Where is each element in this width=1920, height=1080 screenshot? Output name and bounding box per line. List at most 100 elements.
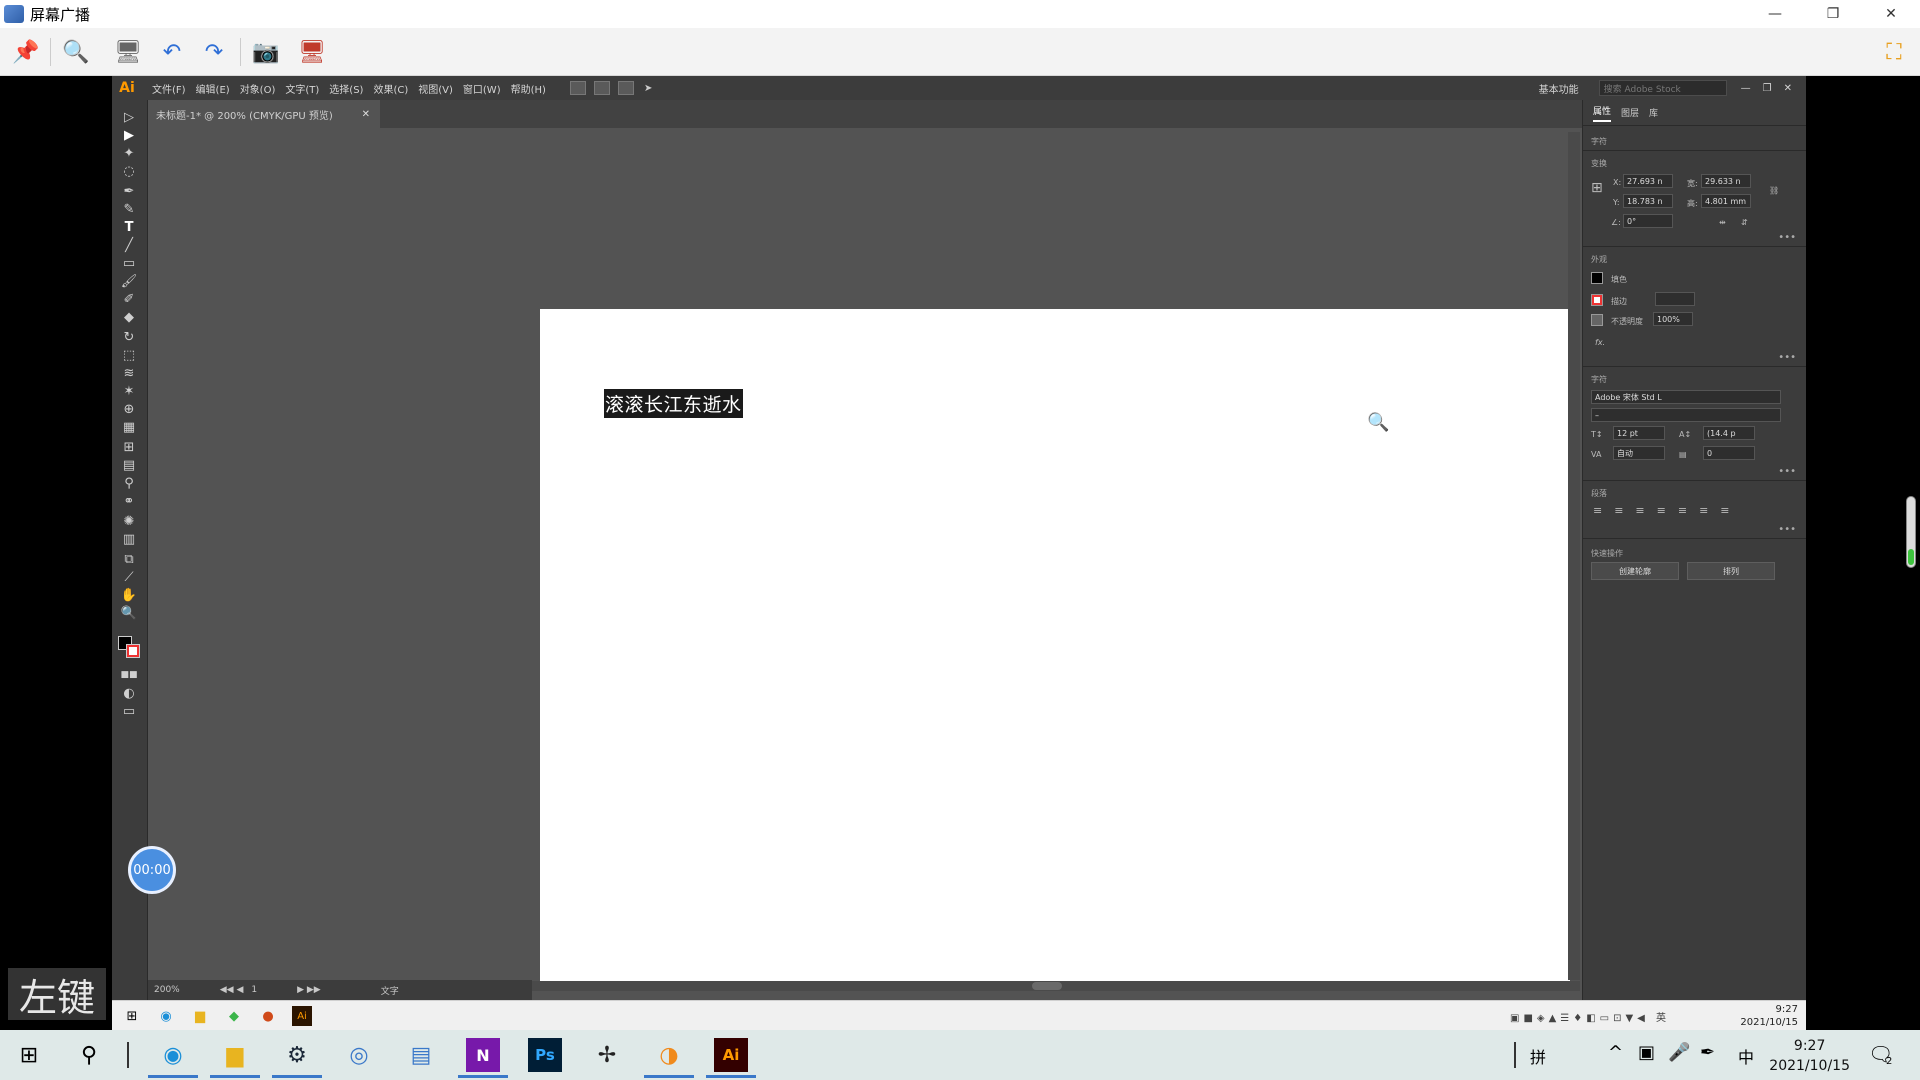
stock-icon[interactable]	[593, 81, 610, 95]
shaper-tool-icon[interactable]: ✐	[118, 290, 140, 308]
paragraph-align-buttons[interactable]: ≡≡≡≡≡≡≡	[1593, 504, 1742, 517]
broadcast-app-icon[interactable]: ◑	[644, 1038, 694, 1078]
tracking-field[interactable]: 0	[1703, 446, 1755, 460]
stroke-color-swatch[interactable]	[1591, 294, 1603, 306]
tab-libraries[interactable]: 库	[1649, 106, 1658, 119]
character-more-icon[interactable]: •••	[1778, 466, 1796, 477]
artboard-nav-icon[interactable]: ◀◀ ◀	[220, 985, 244, 995]
close-button[interactable]: ✕	[1862, 0, 1920, 28]
restore-button[interactable]: ❐	[1804, 0, 1862, 28]
arrange-button[interactable]: 排列	[1687, 562, 1775, 580]
microphone-icon[interactable]: 🎤	[1668, 1042, 1690, 1063]
file-explorer-icon[interactable]: ▆	[190, 1006, 210, 1026]
type-tool-icon[interactable]: T	[118, 218, 140, 236]
start-icon[interactable]: ⊞	[122, 1006, 142, 1026]
zoom-tool-icon[interactable]: 🔍	[118, 604, 140, 622]
eraser-icon[interactable]: ◆	[118, 308, 140, 326]
minimize-button[interactable]: —	[1746, 0, 1804, 28]
powerpoint-icon[interactable]: ●	[258, 1006, 278, 1026]
eyedropper-icon[interactable]: ⚲	[118, 474, 140, 492]
language-indicator[interactable]: 中	[1738, 1044, 1754, 1068]
menu-help[interactable]: 帮助(H)	[511, 81, 546, 96]
x-field[interactable]: 27.693 n	[1623, 174, 1673, 188]
puppet-warp-icon[interactable]: ✶	[118, 382, 140, 400]
zoom-level[interactable]: 200%	[154, 985, 180, 995]
pin-icon[interactable]: 📌	[10, 36, 42, 68]
y-field[interactable]: 18.783 n	[1623, 194, 1673, 208]
onenote-icon[interactable]: N	[458, 1038, 508, 1078]
symbol-sprayer-icon[interactable]: ✺	[118, 512, 140, 530]
reference-point-icon[interactable]: ⊞	[1591, 180, 1603, 196]
artboard-nav-next-icon[interactable]: ▶ ▶▶	[297, 985, 321, 995]
appearance-more-icon[interactable]: •••	[1778, 352, 1796, 363]
menu-type[interactable]: 文字(T)	[285, 81, 319, 96]
fx-button[interactable]: fx.	[1595, 338, 1605, 347]
line-tool-icon[interactable]: ╱	[118, 236, 140, 254]
minimize-icon[interactable]: —	[1741, 83, 1751, 94]
horizontal-scrollbar[interactable]	[532, 981, 1580, 991]
mesh-tool-icon[interactable]: ⊞	[118, 438, 140, 456]
screen-mode-icon[interactable]: ▭	[118, 702, 140, 720]
menu-window[interactable]: 窗口(W)	[463, 81, 501, 96]
pen-tool-icon[interactable]: ✒	[118, 182, 140, 200]
redo-icon[interactable]: ↷	[198, 36, 230, 68]
restore-icon[interactable]: ❐	[1763, 83, 1772, 94]
gradient-tool-icon[interactable]: ▤	[118, 456, 140, 474]
flip-vertical-icon[interactable]: ⇵	[1741, 218, 1748, 227]
constrain-proportions-icon[interactable]: ⛓	[1769, 186, 1779, 195]
stock-search-input[interactable]: 搜索 Adobe Stock	[1598, 80, 1727, 96]
screenshot-icon[interactable]: 📷	[250, 36, 282, 68]
font-family-select[interactable]: Adobe 宋体 Std L	[1591, 390, 1781, 404]
document-tab[interactable]: 未标题-1* @ 200% (CMYK/GPU 预览) ✕	[148, 100, 380, 128]
lasso-icon[interactable]: ◌	[118, 162, 140, 180]
workspace-switcher[interactable]: 基本功能	[1539, 81, 1579, 96]
selection-tool-icon[interactable]: ▷	[118, 108, 140, 126]
send-icon[interactable]: ➤	[644, 83, 652, 94]
more-options-icon[interactable]: •••	[1778, 232, 1796, 243]
ime-indicator[interactable]: 拼	[1530, 1044, 1546, 1068]
fill-color-swatch[interactable]	[1591, 272, 1603, 284]
menu-object[interactable]: 对象(O)	[240, 81, 276, 96]
opacity-field[interactable]: 100%	[1653, 312, 1693, 326]
blend-tool-icon[interactable]: ⚭	[118, 492, 140, 510]
monitor-icon[interactable]: 🖥	[112, 36, 144, 68]
leading-field[interactable]: (14.4 p	[1703, 426, 1755, 440]
arrange-docs-icon[interactable]	[617, 81, 634, 95]
color-mode-icon[interactable]: ■■	[118, 666, 140, 684]
magic-wand-icon[interactable]: ✦	[118, 144, 140, 162]
edge-icon[interactable]: ◉	[148, 1038, 198, 1078]
zoom-icon[interactable]: 🔍	[60, 36, 92, 68]
windows-start-icon[interactable]: ⊞	[12, 1038, 46, 1072]
file-explorer-icon[interactable]: ▆	[210, 1038, 260, 1078]
direct-selection-tool-icon[interactable]: ▶	[118, 126, 140, 144]
fullscreen-icon[interactable]: ⛶	[1878, 36, 1910, 68]
edge-icon[interactable]: ◉	[156, 1006, 176, 1026]
stroke-weight-field[interactable]	[1655, 292, 1695, 306]
rectangle-tool-icon[interactable]: ▭	[118, 254, 140, 272]
paintbrush-icon[interactable]: 🖌	[118, 272, 140, 290]
shape-builder-icon[interactable]: ⊕	[118, 400, 140, 418]
host-clock[interactable]: 9:27 2021/10/15	[1769, 1036, 1850, 1076]
recording-timer[interactable]: 00:00	[128, 846, 176, 894]
kerning-field[interactable]: 自动	[1613, 446, 1665, 460]
menu-edit[interactable]: 编辑(E)	[196, 81, 230, 96]
window-app-icon[interactable]: ▤	[404, 1038, 438, 1072]
menu-file[interactable]: 文件(F)	[152, 81, 186, 96]
undo-icon[interactable]: ↶	[156, 36, 188, 68]
network-icon[interactable]: ▣	[1638, 1042, 1655, 1063]
close-tab-icon[interactable]: ✕	[362, 109, 370, 120]
font-style-select[interactable]: –	[1591, 408, 1781, 422]
menu-select[interactable]: 选择(S)	[329, 81, 363, 96]
create-outlines-button[interactable]: 创建轮廓	[1591, 562, 1679, 580]
paragraph-more-icon[interactable]: •••	[1778, 524, 1796, 535]
slice-tool-icon[interactable]: ⟋	[118, 568, 140, 586]
close-icon[interactable]: ✕	[1784, 83, 1792, 94]
connect-app-icon[interactable]: ✢	[590, 1038, 624, 1072]
selected-text-object[interactable]: 滚滚长江东逝水	[604, 389, 743, 418]
menu-effect[interactable]: 效果(C)	[373, 81, 408, 96]
tray-chevron-icon[interactable]: ^	[1608, 1042, 1623, 1063]
warp-tool-icon[interactable]: ≋	[118, 364, 140, 382]
illustrator-icon[interactable]: Ai	[706, 1038, 756, 1078]
artboard-number[interactable]: 1	[251, 985, 257, 995]
search-icon[interactable]: ⚲	[72, 1038, 106, 1072]
